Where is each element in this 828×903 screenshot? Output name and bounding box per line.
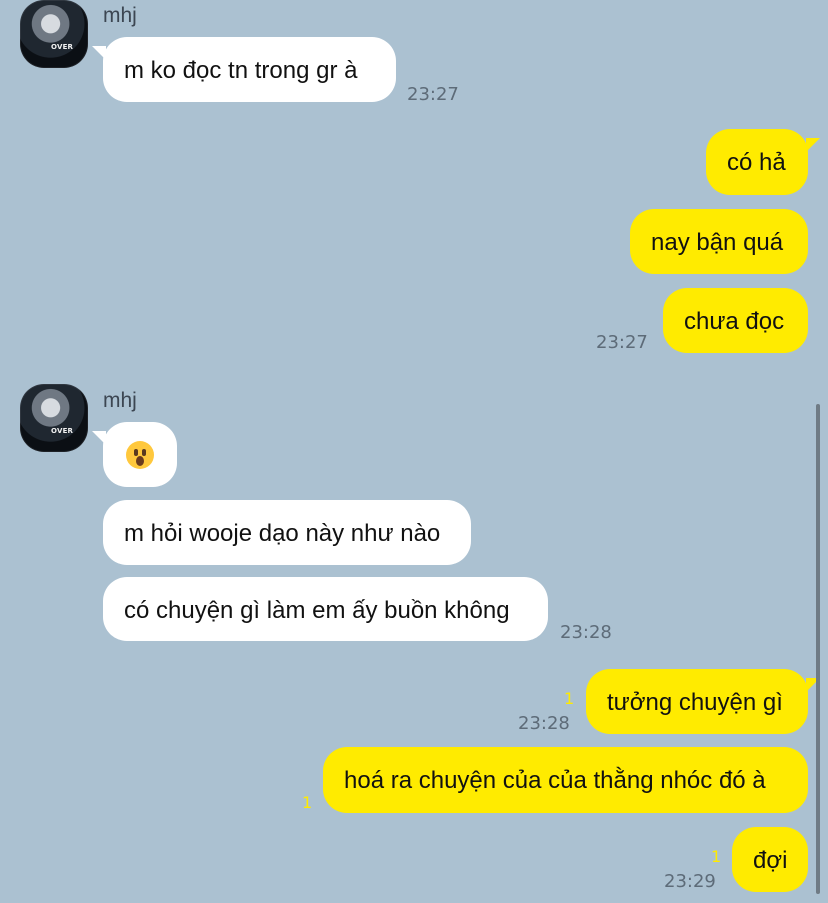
unread-count: 1 <box>711 847 722 866</box>
surprised-face-icon <box>126 441 154 469</box>
message-bubble[interactable]: có chuyện gì làm em ấy buồn không <box>103 577 548 641</box>
emoji-message-bubble[interactable] <box>103 422 177 487</box>
message-text: tưởng chuyện gì <box>607 689 783 716</box>
message-time: 23:29 <box>664 871 716 892</box>
message-text: m ko đọc tn trong gr à <box>124 57 358 84</box>
message-time: 23:28 <box>518 713 570 734</box>
message-bubble[interactable]: m hỏi wooje dạo này như nào <box>103 500 471 565</box>
message-text: chưa đọc <box>684 308 785 335</box>
unread-count: 1 <box>564 689 575 708</box>
chat-window: OVER mhj m ko đọc tn trong gr à 23:27 có… <box>0 0 828 903</box>
avatar-badge-text: OVER <box>51 43 74 51</box>
avatar[interactable]: OVER <box>20 0 88 68</box>
message-time: 23:28 <box>560 622 612 643</box>
vertical-scrollbar[interactable] <box>816 404 820 894</box>
message-bubble[interactable]: nay bận quá <box>630 209 808 274</box>
unread-count: 1 <box>302 793 313 812</box>
message-bubble[interactable]: đợi <box>732 827 808 892</box>
message-bubble[interactable]: tưởng chuyện gì <box>586 669 808 734</box>
message-tail <box>92 46 106 60</box>
avatar-badge-text: OVER <box>51 427 74 435</box>
message-bubble[interactable]: hoá ra chuyện của của thằng nhóc đó à <box>323 747 808 813</box>
message-tail <box>92 431 106 445</box>
message-text: có chuyện gì làm em ấy buồn không <box>124 597 510 624</box>
message-text: đợi <box>753 847 788 874</box>
message-text: hoá ra chuyện của của thằng nhóc đó à <box>344 767 766 794</box>
message-text: m hỏi wooje dạo này như nào <box>124 520 441 547</box>
message-time: 23:27 <box>596 332 648 353</box>
message-bubble[interactable]: m ko đọc tn trong gr à <box>103 37 396 102</box>
sender-name: mhj <box>103 389 137 412</box>
message-tail <box>806 138 820 152</box>
message-bubble[interactable]: có hả <box>706 129 808 195</box>
avatar[interactable]: OVER <box>20 384 88 452</box>
message-text: nay bận quá <box>651 229 784 256</box>
sender-name: mhj <box>103 4 137 27</box>
message-bubble[interactable]: chưa đọc <box>663 288 808 353</box>
message-text: có hả <box>727 149 786 176</box>
message-time: 23:27 <box>407 84 459 105</box>
